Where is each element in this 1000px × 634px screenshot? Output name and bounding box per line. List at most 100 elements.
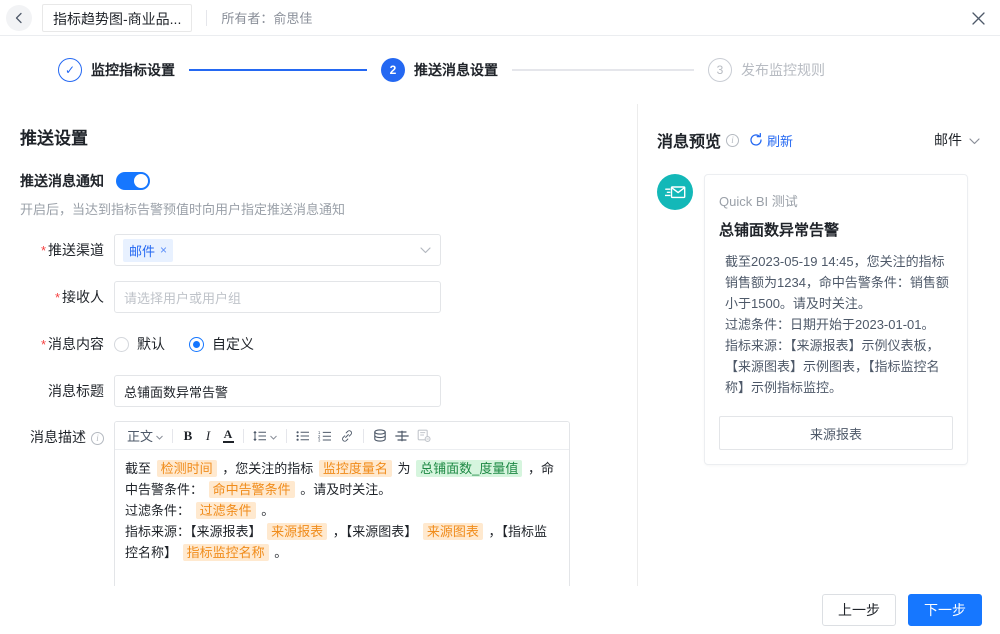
step-item-1[interactable]: ✓ 监控指标设置 bbox=[58, 58, 175, 82]
editor-line: 过滤条件： 过滤条件 。 bbox=[125, 500, 559, 521]
radio-default[interactable]: 默认 bbox=[114, 334, 165, 354]
step-3-marker: 3 bbox=[708, 58, 732, 82]
preview-action-button[interactable]: 来源报表 bbox=[719, 416, 953, 450]
editor-chip-detect-time[interactable]: 检测时间 bbox=[157, 460, 217, 477]
toolbar-separator bbox=[363, 429, 364, 443]
step-item-2[interactable]: 2 推送消息设置 bbox=[381, 58, 498, 82]
top-bar: 指标趋势图-商业品... 所有者：俞思佳 bbox=[0, 0, 1000, 36]
message-description-label: 消息描述i bbox=[0, 421, 114, 453]
line-height-icon bbox=[253, 430, 267, 442]
field-row-message-content: *消息内容 默认 自定义 bbox=[0, 328, 637, 361]
step-2-label: 推送消息设置 bbox=[414, 60, 498, 80]
step-1-marker: ✓ bbox=[58, 58, 82, 82]
field-row-recipient: *接收人 请选择用户或用户组 bbox=[0, 281, 637, 314]
radio-custom[interactable]: 自定义 bbox=[189, 334, 254, 354]
message-content-label: *消息内容 bbox=[0, 328, 114, 361]
push-channel-select[interactable]: 邮件 × bbox=[114, 234, 441, 266]
previous-step-button[interactable]: 上一步 bbox=[822, 594, 896, 626]
push-notification-label: 推送消息通知 bbox=[20, 171, 104, 191]
editor-chip-metric-value[interactable]: 总铺面数_度量值 bbox=[416, 460, 522, 477]
field-row-channel: *推送渠道 邮件 × bbox=[0, 234, 637, 267]
step-connector-2 bbox=[512, 69, 694, 71]
wizard-stepper: ✓ 监控指标设置 2 推送消息设置 3 发布监控规则 bbox=[0, 36, 1000, 104]
preview-body-line: 过滤条件：日期开始于2023-01-01。 bbox=[725, 314, 953, 335]
editor-chip-filter-condition[interactable]: 过滤条件 bbox=[196, 502, 256, 519]
close-button[interactable] bbox=[968, 8, 988, 28]
field-row-message-description: 消息描述i 正文 B I bbox=[0, 421, 637, 586]
font-color-button[interactable]: A bbox=[218, 425, 238, 447]
message-title-input[interactable]: 总铺面数异常告警 bbox=[114, 375, 441, 407]
push-notification-switch[interactable] bbox=[116, 172, 150, 190]
editor-text: ，您关注的指标 bbox=[219, 461, 317, 476]
chevron-down-icon bbox=[969, 132, 980, 148]
step-item-3[interactable]: 3 发布监控规则 bbox=[708, 58, 825, 82]
message-preview-panel: 消息预览 i 刷新 邮件 bbox=[639, 104, 1000, 586]
radio-custom-dot bbox=[189, 337, 204, 352]
paragraph-style-select[interactable]: 正文 bbox=[123, 425, 167, 447]
channel-tag-email[interactable]: 邮件 × bbox=[123, 239, 173, 262]
clear-format-button[interactable] bbox=[413, 425, 435, 447]
chevron-down-icon bbox=[156, 428, 163, 443]
editor-text: 为 bbox=[394, 461, 414, 476]
link-button[interactable] bbox=[336, 425, 358, 447]
ordered-list-button[interactable]: 1 2 3 bbox=[314, 425, 336, 447]
link-icon bbox=[340, 430, 354, 442]
channel-tag-remove-icon[interactable]: × bbox=[160, 243, 167, 257]
editor-content[interactable]: 截至 检测时间 ，您关注的指标 监控度量名 为 总铺面数_度量值 ，命中告警条件… bbox=[115, 450, 569, 571]
chevron-down-icon bbox=[270, 428, 277, 443]
push-message-settings-page: 指标趋势图-商业品... 所有者：俞思佳 ✓ 监控指标设置 2 推送消息设置 3… bbox=[0, 0, 1000, 634]
preview-channel-value: 邮件 bbox=[934, 130, 962, 150]
close-icon bbox=[971, 11, 986, 26]
database-field-button[interactable] bbox=[369, 425, 391, 447]
next-step-button[interactable]: 下一步 bbox=[908, 594, 982, 626]
editor-text: 过滤条件： bbox=[125, 503, 194, 518]
preview-body-line: 截至2023-05-19 14:45，您关注的指标销售额为1234，命中告警条件… bbox=[725, 251, 953, 314]
preview-card: Quick BI 测试 总铺面数异常告警 截至2023-05-19 14:45，… bbox=[704, 174, 968, 465]
field-row-message-title: 消息标题 总铺面数异常告警 bbox=[0, 375, 637, 407]
editor-text: 。 bbox=[258, 503, 275, 518]
refresh-icon bbox=[749, 133, 763, 147]
line-height-button[interactable] bbox=[249, 425, 281, 447]
info-circle-icon[interactable]: i bbox=[91, 432, 104, 445]
preview-title: 消息预览 bbox=[657, 128, 721, 152]
editor-chip-metric-name[interactable]: 监控度量名 bbox=[319, 460, 392, 477]
refresh-label: 刷新 bbox=[767, 131, 793, 150]
recipient-input[interactable]: 请选择用户或用户组 bbox=[114, 281, 441, 313]
editor-chip-source-report[interactable]: 来源报表 bbox=[267, 523, 327, 540]
channel-tag-label: 邮件 bbox=[129, 241, 155, 260]
message-title-label: 消息标题 bbox=[0, 375, 114, 407]
toolbar-separator bbox=[286, 429, 287, 443]
editor-text: 。请及时关注。 bbox=[297, 482, 392, 497]
panel-title: 推送设置 bbox=[20, 124, 637, 149]
refresh-button[interactable]: 刷新 bbox=[749, 131, 793, 150]
svg-text:3: 3 bbox=[318, 437, 321, 441]
document-title-input[interactable]: 指标趋势图-商业品... bbox=[42, 4, 192, 32]
editor-chip-monitor-name[interactable]: 指标监控名称 bbox=[183, 544, 269, 561]
preview-card-wrapper: Quick BI 测试 总铺面数异常告警 截至2023-05-19 14:45，… bbox=[657, 174, 980, 465]
editor-chip-alert-condition[interactable]: 命中告警条件 bbox=[209, 481, 295, 498]
bold-button[interactable]: B bbox=[178, 425, 198, 447]
preview-channel-select[interactable]: 邮件 bbox=[934, 130, 980, 150]
align-icon bbox=[395, 430, 409, 442]
bullet-list-icon bbox=[296, 430, 310, 442]
align-button[interactable] bbox=[391, 425, 413, 447]
chevron-left-icon bbox=[13, 12, 25, 24]
info-circle-icon[interactable]: i bbox=[726, 134, 739, 147]
recipient-label: *接收人 bbox=[0, 281, 114, 314]
ordered-list-icon: 1 2 3 bbox=[318, 430, 332, 442]
toolbar-separator bbox=[243, 429, 244, 443]
message-content-radio-group: 默认 自定义 bbox=[114, 328, 278, 360]
preview-body-line: 指标来源：【来源报表】示例仪表板，【来源图表】示例图表，【指标监控名称】示例指标… bbox=[725, 335, 953, 398]
italic-button[interactable]: I bbox=[198, 425, 218, 447]
wizard-footer: 上一步 下一步 bbox=[0, 586, 1000, 634]
database-icon bbox=[373, 429, 387, 442]
back-button[interactable] bbox=[6, 5, 32, 31]
required-mark: * bbox=[41, 337, 46, 352]
editor-line: 指标来源：【来源报表】 来源报表 ，【来源图表】 来源图表 ，【指标监控名称】 … bbox=[125, 521, 559, 563]
step-3-label: 发布监控规则 bbox=[741, 60, 825, 80]
switch-knob bbox=[134, 174, 148, 188]
editor-chip-source-chart[interactable]: 来源图表 bbox=[423, 523, 483, 540]
message-description-editor[interactable]: 正文 B I A bbox=[114, 421, 570, 586]
bullet-list-button[interactable] bbox=[292, 425, 314, 447]
envelope-icon bbox=[657, 174, 693, 210]
